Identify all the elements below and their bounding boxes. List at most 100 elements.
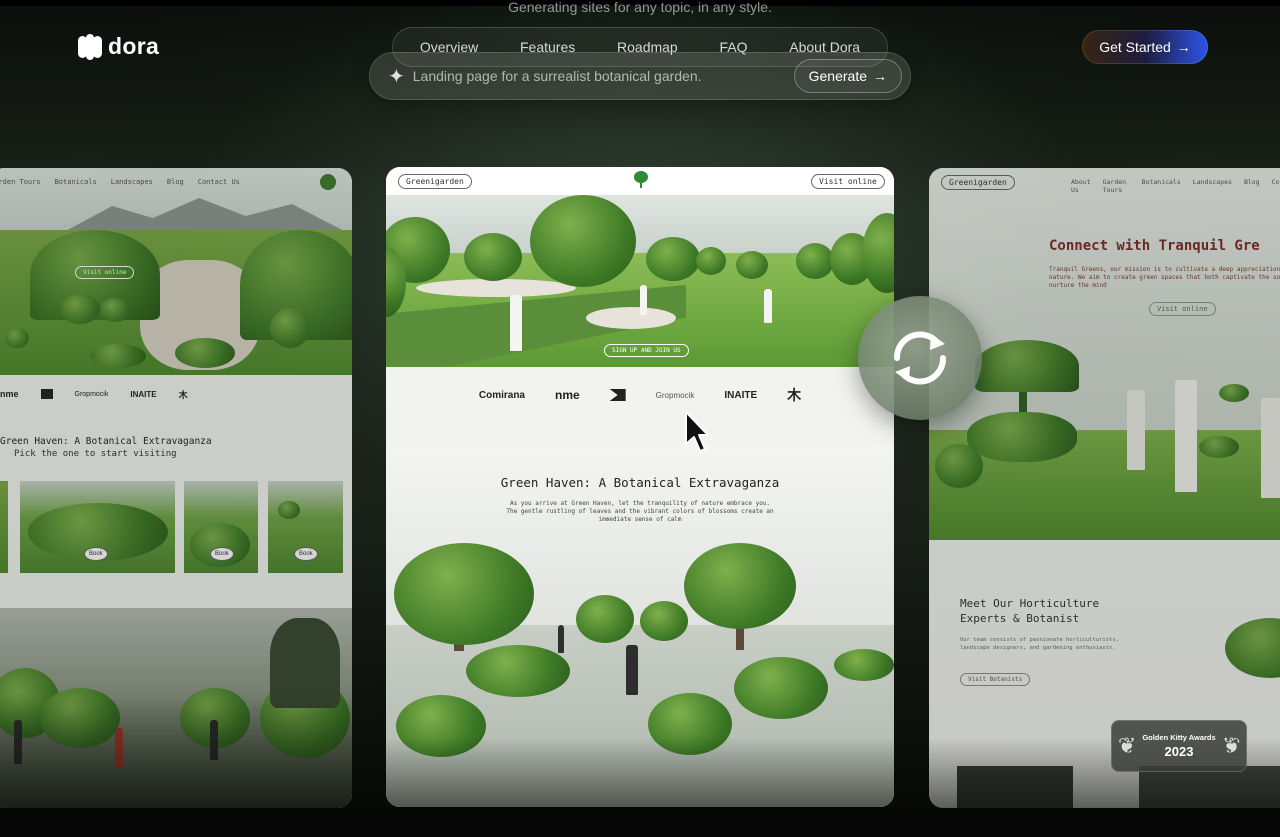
- prompt-bar: ✦ Generate →: [369, 52, 911, 100]
- mouse-cursor-icon: [685, 411, 709, 452]
- gallery-book-button[interactable]: Book: [210, 547, 234, 561]
- topiary-bush: [696, 247, 726, 275]
- arrow-right-icon: →: [1176, 39, 1191, 55]
- topiary-bush: [935, 444, 983, 488]
- logo-strip: Comirana nme Gropmocik INAITE ⽊: [386, 383, 894, 407]
- topiary-bush: [5, 328, 29, 348]
- laurel-right-icon: ❦: [1221, 733, 1241, 758]
- laurel-left-icon: ❦: [1117, 733, 1137, 758]
- nav-link[interactable]: Contact Us: [198, 178, 240, 186]
- partner-logo: INAITE: [130, 389, 157, 399]
- topiary-bush: [175, 338, 235, 368]
- right-section-title: Meet Our Horticulture Experts & Botanist: [960, 597, 1100, 625]
- right-card-heading: Connect with Tranquil Gre: [1049, 238, 1260, 254]
- nav-link[interactable]: Landscapes: [1193, 178, 1232, 194]
- nav-link[interactable]: Contact: [1272, 178, 1280, 194]
- visitor: [640, 285, 647, 315]
- regenerate-button[interactable]: [858, 296, 982, 420]
- center-card-heading: Green Haven: A Botanical Extravaganza: [500, 475, 780, 490]
- get-started-label: Get Started: [1099, 39, 1171, 55]
- card-fade: [386, 737, 894, 807]
- nav-link[interactable]: About Us: [1071, 178, 1091, 194]
- nav-link[interactable]: Garden Tours: [0, 178, 41, 186]
- topiary-bush: [736, 251, 768, 279]
- generate-label: Generate: [808, 68, 867, 84]
- topiary-bush: [466, 645, 570, 697]
- dora-logo-icon: [78, 33, 102, 60]
- topiary-bush: [640, 601, 688, 641]
- tall-tree: [270, 618, 340, 708]
- topiary-bush: [734, 657, 828, 719]
- topiary-bush: [1199, 436, 1239, 458]
- right-section-body: Our team consists of passionate horticul…: [960, 637, 1119, 651]
- arrow-right-icon: →: [873, 68, 887, 84]
- partner-logo: Comirana: [478, 389, 525, 401]
- generate-button[interactable]: Generate →: [793, 59, 902, 93]
- right-visit-button[interactable]: Visit online: [1149, 302, 1216, 316]
- right-card-body: Tranquil Greens, our mission is to culti…: [1049, 266, 1280, 289]
- visitor: [1127, 390, 1145, 470]
- refresh-icon: [893, 331, 947, 385]
- topiary-tree: [394, 543, 534, 645]
- brand-name: dora: [108, 33, 160, 59]
- visitor: [1261, 398, 1280, 498]
- nav-link[interactable]: Botanicals: [1142, 178, 1181, 194]
- golden-kitty-award-badge[interactable]: ❦ Golden Kitty Awards 2023 ❦: [1111, 720, 1247, 772]
- partner-logo: INAITE: [724, 389, 758, 401]
- visitor: [764, 289, 772, 323]
- gallery-tile[interactable]: Book: [184, 481, 258, 573]
- nav-link[interactable]: Blog: [167, 178, 184, 186]
- topiary-bush: [464, 233, 522, 281]
- partner-logo: nme: [554, 388, 580, 402]
- award-title: Golden Kitty Awards: [1142, 733, 1216, 742]
- topiary-bush: [100, 298, 130, 322]
- right-brand-pill[interactable]: Greenigarden: [941, 175, 1015, 190]
- topiary-bush: [576, 595, 634, 643]
- gallery-tile[interactable]: Book: [268, 481, 343, 573]
- gallery-book-button[interactable]: Book: [294, 547, 318, 561]
- gallery-tile[interactable]: Book: [20, 481, 175, 573]
- topiary-bush: [90, 344, 146, 368]
- visitor: [510, 295, 522, 351]
- center-hero-button[interactable]: SIGN UP AND JOIN US: [604, 344, 689, 357]
- gallery-book-button[interactable]: Book: [84, 547, 108, 561]
- nav-link[interactable]: Blog: [1244, 178, 1260, 194]
- topiary-tree: [684, 543, 796, 629]
- partner-logo: ⽊: [178, 389, 188, 400]
- visitor: [558, 625, 564, 653]
- garden-path: [416, 279, 576, 297]
- center-card-header: Greenigarden Visit online: [386, 167, 894, 195]
- logo-strip: nme Gropmocik INAITE ⽊: [0, 383, 352, 405]
- left-card-heading: Green Haven: A Botanical Extravaganza: [0, 436, 212, 447]
- left-hero-button[interactable]: Visit online: [75, 266, 135, 279]
- nav-link[interactable]: Garden Tours: [1103, 178, 1130, 194]
- partner-logo: ⽊: [787, 387, 802, 403]
- preview-card-left[interactable]: Garden Tours Botanicals Landscapes Blog …: [0, 168, 352, 808]
- left-card-nav: Garden Tours Botanicals Landscapes Blog …: [0, 178, 240, 186]
- visitor: [626, 645, 638, 695]
- center-brand-pill[interactable]: Greenigarden: [398, 174, 472, 189]
- topiary-bush: [270, 308, 310, 348]
- topiary-bush: [834, 649, 894, 681]
- nav-link[interactable]: Botanicals: [55, 178, 97, 186]
- left-card-gallery: Book Book Book: [0, 481, 352, 573]
- tagline: Generating sites for any topic, in any s…: [508, 0, 772, 15]
- mushroom-topiary: [975, 340, 1079, 392]
- partner-logo: [609, 389, 626, 401]
- prompt-input[interactable]: [412, 68, 794, 84]
- center-visit-pill[interactable]: Visit online: [811, 174, 885, 189]
- brand-logo[interactable]: dora: [78, 33, 159, 60]
- nav-link[interactable]: Landscapes: [111, 178, 153, 186]
- tree-logo-icon: [320, 174, 336, 190]
- garden-path: [586, 307, 676, 329]
- get-started-button[interactable]: Get Started →: [1082, 30, 1208, 64]
- sparkle-icon: ✦: [388, 65, 405, 88]
- topiary-bush: [278, 501, 300, 519]
- preview-card-right[interactable]: Greenigarden About Us Garden Tours Botan…: [929, 168, 1280, 808]
- partner-logo: nme: [0, 389, 19, 399]
- preview-card-center[interactable]: Greenigarden Visit online SIGN UP AND JO…: [386, 167, 894, 807]
- right-section-button[interactable]: Visit Botanists: [960, 673, 1031, 686]
- topiary-bush: [60, 294, 100, 324]
- visitor: [1175, 380, 1197, 492]
- gallery-tile[interactable]: [0, 481, 8, 573]
